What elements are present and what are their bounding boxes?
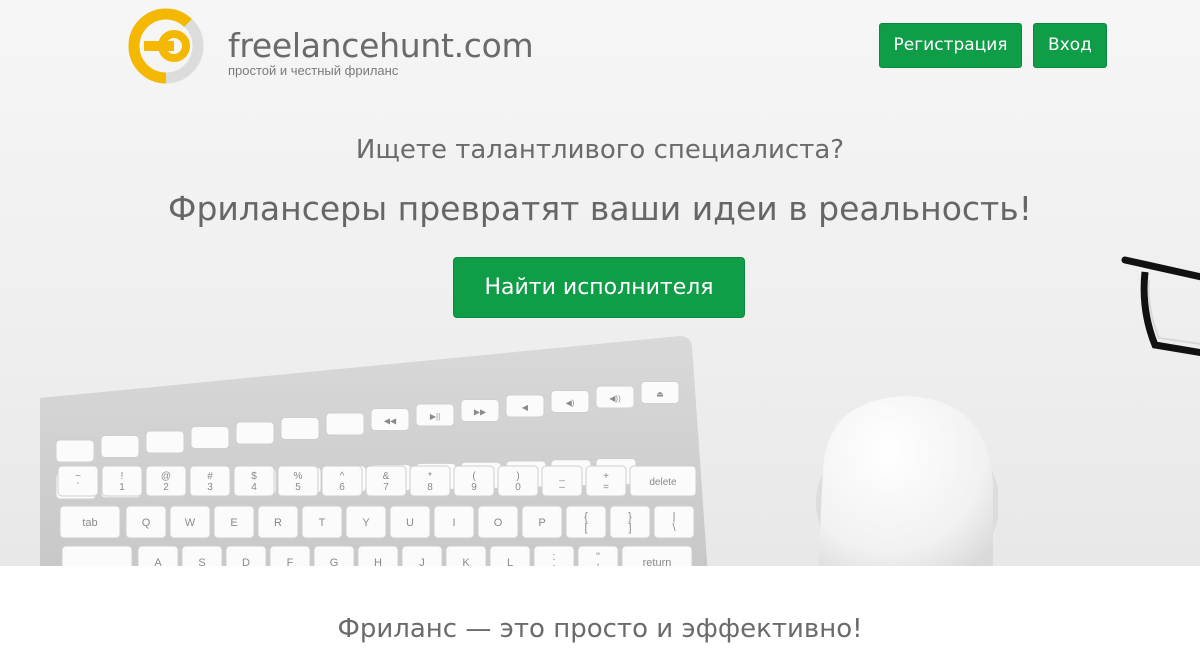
keyboard-key-label: – — [559, 482, 565, 493]
keyboard-key-label: E — [230, 517, 237, 529]
keyboard-key-label: @ — [161, 471, 171, 482]
keyboard-key — [55, 439, 95, 463]
glasses-icon — [1121, 256, 1200, 357]
keyboard-key-label: # — [207, 471, 213, 482]
keyboard-key-label: S — [198, 557, 205, 566]
keyboard-key-label: ⏏ — [656, 390, 664, 399]
keyboard-key-label: I — [452, 517, 455, 529]
keyboard-key — [235, 421, 275, 445]
keyboard-key-label: & — [383, 471, 390, 482]
keyboard-key-label: R — [274, 517, 282, 529]
find-freelancer-button[interactable]: Найти исполнителя — [453, 257, 745, 318]
keyboard-key-label: ; — [552, 562, 555, 566]
keyboard-key-label: A — [154, 557, 162, 566]
keyboard-key — [100, 435, 140, 458]
keyboard-key-label: delete — [649, 477, 677, 488]
keyboard-key-label: ' — [597, 562, 599, 566]
keyboard-key-label: return — [643, 557, 672, 566]
keyboard-key-label: + — [603, 471, 609, 482]
keyboard-key-label: ▶▶ — [474, 408, 487, 417]
login-button[interactable]: Вход — [1033, 23, 1107, 68]
keyboard-key — [145, 430, 185, 454]
keyboard-key-label: $ — [251, 471, 257, 482]
keyboard-key-label: ◀◀ — [384, 417, 397, 426]
keyboard-key-label: ] — [628, 522, 631, 534]
keyboard-key-label: O — [494, 517, 503, 529]
keyboard-key-label: 7 — [383, 482, 389, 493]
section-title: Фриланс — это просто и эффективно! — [337, 614, 863, 644]
keyboard-key-label: G — [330, 557, 339, 566]
keyboard-key-label: D — [242, 557, 250, 566]
keyboard-key-label: 0 — [515, 482, 521, 493]
keyboard-key — [325, 412, 365, 436]
keyboard-key-label: F — [287, 557, 294, 566]
keyboard-key-label: H — [374, 557, 382, 566]
keyboard-key-label: _ — [558, 471, 565, 482]
keyboard-key-label: ~ — [75, 471, 81, 482]
keyboard-key-label: P — [538, 517, 545, 529]
keyboard-key-label: ! — [121, 471, 124, 482]
keyboard-key-label: ◀ — [522, 403, 529, 412]
keyboard-key — [61, 545, 133, 566]
keyboard-key-label: U — [406, 517, 414, 529]
keyboard-key-label: 2 — [163, 482, 169, 493]
keyboard-key — [280, 417, 320, 440]
brand-name[interactable]: freelancehunt.com — [228, 26, 534, 65]
keyboard-key-label: J — [419, 557, 425, 566]
keyboard-key-label: 3 — [207, 482, 213, 493]
keyboard-key-label: % — [294, 471, 303, 482]
keyboard-key-label: = — [603, 482, 609, 493]
keyboard-key-label: ) — [516, 471, 519, 482]
keyboard-key-label: 6 — [339, 482, 345, 493]
keyboard-key-label: ◀) — [566, 399, 575, 408]
keyboard-key-label: L — [507, 557, 513, 566]
freelancehunt-logo-icon[interactable] — [126, 6, 206, 86]
keyboard-key-label: Q — [142, 517, 151, 529]
keyboard-key — [190, 426, 230, 449]
hero-section: freelancehunt.com простой и честный фрил… — [0, 0, 1200, 566]
keyboard-image: ◀◀▶||▶▶◀◀)◀))⏏esc~`!1@2#3$4%5^6&7*8(9)0_… — [40, 336, 708, 566]
keyboard-key-label: W — [185, 517, 196, 529]
keyboard-key-label: ^ — [340, 471, 345, 482]
keyboard-key-label: * — [428, 471, 432, 482]
keyboard-key-label: K — [462, 557, 470, 566]
mouse-icon — [816, 396, 998, 566]
brand-tagline: простой и честный фриланс — [228, 63, 399, 78]
keyboard-key-label: tab — [82, 517, 97, 529]
keyboard-key-label: 1 — [119, 482, 125, 493]
register-button[interactable]: Регистрация — [879, 23, 1022, 68]
keyboard-key-label: Y — [362, 517, 370, 529]
keyboard-key-label: 8 — [427, 482, 433, 493]
keyboard-key-label: 4 — [251, 482, 257, 493]
keyboard-key-label: ▶|| — [430, 412, 440, 421]
keyboard-key-label: 9 — [471, 482, 477, 493]
hero-question: Ищете талантливого специалиста? — [355, 135, 845, 165]
keyboard-key-label: 5 — [295, 482, 301, 493]
hero-headline: Фрилансеры превратят ваши идеи в реально… — [168, 189, 1032, 228]
keyboard-key-label: ◀)) — [609, 394, 621, 403]
keyboard-key-label: [ — [584, 522, 587, 534]
keyboard-key-label: ` — [76, 481, 79, 493]
keyboard-key-label: T — [319, 517, 326, 529]
